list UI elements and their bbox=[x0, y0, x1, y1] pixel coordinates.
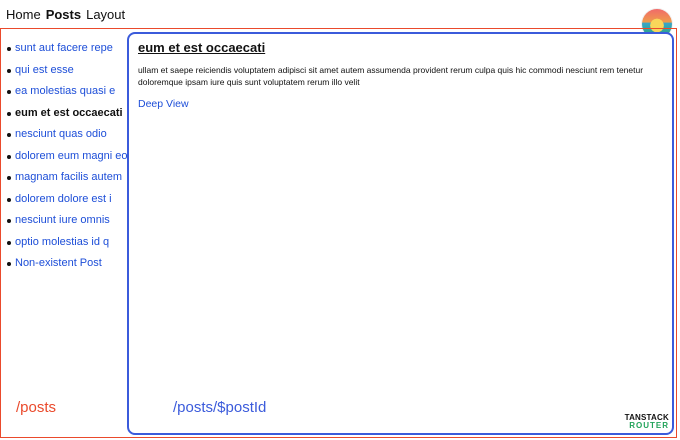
list-item: nesciunt iure omnis bbox=[7, 210, 127, 232]
posts-route-label: /posts bbox=[16, 399, 57, 416]
list-item: eum et est occaecati bbox=[7, 103, 127, 125]
post-link[interactable]: qui est esse bbox=[15, 64, 74, 76]
post-link[interactable]: optio molestias id q bbox=[15, 236, 109, 248]
post-body: ullam et saepe reiciendis voluptatem adi… bbox=[138, 65, 644, 87]
posts-list: sunt aut facere repe qui est esse ea mol… bbox=[7, 38, 127, 275]
tanstack-router-logo[interactable]: TANSTACK ROUTER bbox=[625, 414, 669, 430]
list-item: dolorem eum magni eo bbox=[7, 146, 127, 168]
brand-line-2: ROUTER bbox=[629, 421, 669, 430]
list-item: sunt aut facere repe bbox=[7, 38, 127, 60]
list-item: nesciunt quas odio bbox=[7, 124, 127, 146]
list-item: Non-existent Post bbox=[7, 253, 127, 275]
list-item: qui est esse bbox=[7, 60, 127, 82]
nav-layout-link[interactable]: Layout bbox=[86, 7, 125, 23]
list-item: magnam facilis autem bbox=[7, 167, 127, 189]
post-route-label: /posts/$postId bbox=[173, 399, 267, 416]
post-link[interactable]: nesciunt quas odio bbox=[15, 128, 107, 140]
post-detail-frame: eum et est occaecati ullam et saepe reic… bbox=[127, 32, 674, 435]
post-link[interactable]: nesciunt iure omnis bbox=[15, 214, 110, 226]
list-item: optio molestias id q bbox=[7, 232, 127, 254]
post-link[interactable]: sunt aut facere repe bbox=[15, 42, 113, 54]
post-link[interactable]: ea molestias quasi e bbox=[15, 85, 115, 97]
post-link[interactable]: magnam facilis autem bbox=[15, 171, 122, 183]
nav-posts-link[interactable]: Posts bbox=[46, 7, 81, 23]
deep-view-link[interactable]: Deep View bbox=[138, 98, 189, 110]
post-link-active[interactable]: eum et est occaecati bbox=[15, 107, 123, 119]
post-link[interactable]: Non-existent Post bbox=[15, 257, 102, 269]
app-root: Home Posts Layout sunt aut facere repe q… bbox=[0, 0, 680, 440]
post-title: eum et est occaecati bbox=[138, 40, 266, 55]
nav-home-link[interactable]: Home bbox=[6, 7, 41, 23]
post-link[interactable]: dolorem eum magni eo bbox=[15, 150, 127, 162]
list-item: ea molestias quasi e bbox=[7, 81, 127, 103]
list-item: dolorem dolore est i bbox=[7, 189, 127, 211]
top-nav: Home Posts Layout bbox=[6, 7, 125, 23]
post-link[interactable]: dolorem dolore est i bbox=[15, 193, 112, 205]
